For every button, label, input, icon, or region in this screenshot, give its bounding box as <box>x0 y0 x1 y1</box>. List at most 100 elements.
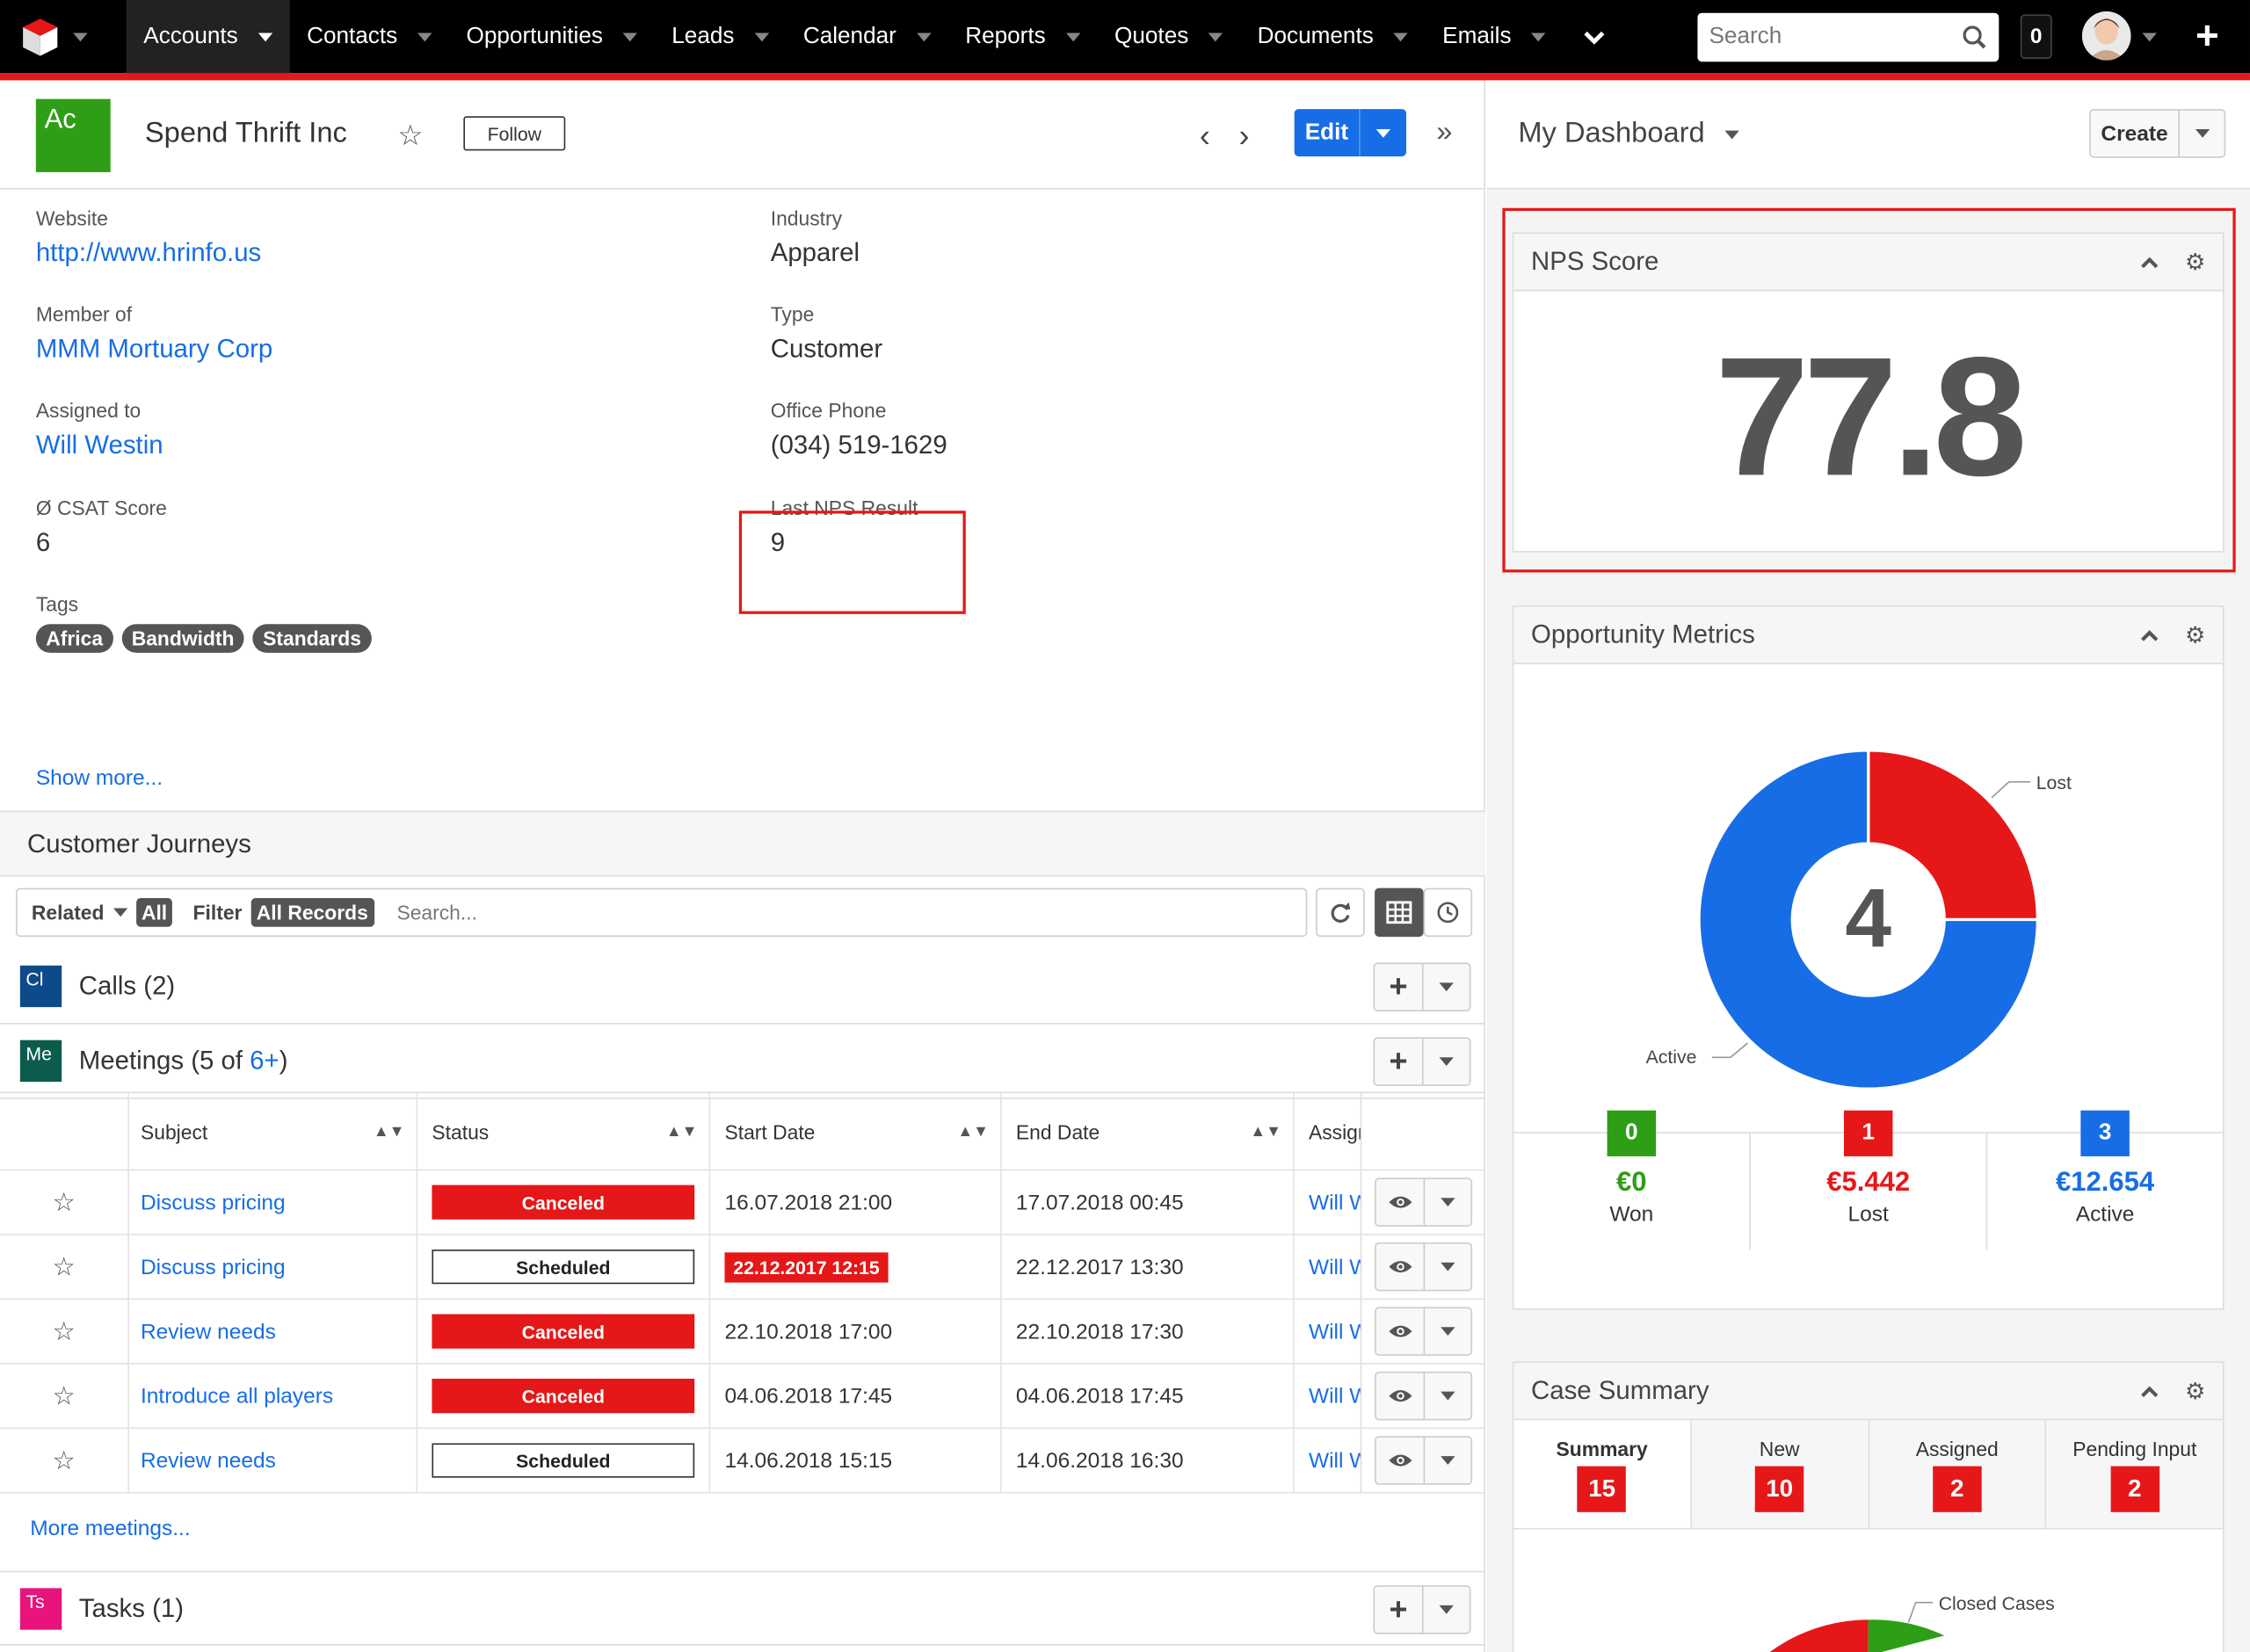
meeting-subject-link[interactable]: Review needs <box>129 1429 418 1492</box>
assigned-link[interactable]: Will Westin <box>36 431 163 460</box>
column-header-status[interactable]: Status ▲▼ <box>417 1093 711 1170</box>
table-row[interactable]: ☆ Discuss pricing Canceled 16.07.2018 21:00… <box>0 1170 1485 1235</box>
calls-title[interactable]: Calls (2) <box>79 971 175 1001</box>
nav-quotes-caret-icon[interactable] <box>1208 32 1223 41</box>
csat-value[interactable]: 6 <box>36 528 167 558</box>
office-phone-value[interactable]: (034) 519-1629 <box>771 431 947 460</box>
global-search-input[interactable]: Search <box>1697 12 2000 62</box>
next-record-icon[interactable]: › <box>1239 118 1250 155</box>
nav-calendar[interactable]: Calendar <box>786 0 947 73</box>
preview-eye-icon[interactable] <box>1376 1179 1426 1226</box>
tasks-subpanel[interactable]: Ts Tasks (1) + <box>0 1570 1485 1646</box>
edit-button-label[interactable]: Edit <box>1295 109 1361 156</box>
member-of-link[interactable]: MMM Mortuary Corp <box>36 334 272 364</box>
nav-leads-caret-icon[interactable] <box>754 32 769 41</box>
tag-pill[interactable]: Standards <box>252 624 372 653</box>
row-dropdown[interactable] <box>1425 1308 1470 1354</box>
meeting-assigned-link[interactable]: Will Westin <box>1295 1364 1362 1428</box>
tab-summary[interactable]: Summary 15 <box>1513 1420 1692 1528</box>
table-row[interactable]: ☆ Introduce all players Canceled 04.06.2018… <box>0 1364 1485 1430</box>
subpanel-search-input[interactable]: Search... <box>396 901 476 924</box>
nav-accounts[interactable]: Accounts <box>126 0 290 74</box>
column-header-start-date[interactable]: Start Date ▲▼ <box>710 1093 1002 1170</box>
dashboard-caret-icon[interactable] <box>1724 129 1739 139</box>
list-view-button[interactable] <box>1375 888 1424 938</box>
tab-pending-input[interactable]: Pending Input 2 <box>2046 1420 2223 1528</box>
refresh-button[interactable] <box>1316 888 1365 938</box>
column-header-subject[interactable]: Subject ▲▼ <box>129 1093 418 1170</box>
tag-pill[interactable]: Africa <box>35 624 113 653</box>
toggle-sidebar-icon[interactable]: » <box>1436 116 1452 149</box>
add-task-plus-icon[interactable]: + <box>1375 1586 1424 1633</box>
row-star-icon[interactable]: ☆ <box>0 1235 129 1299</box>
metric-lost[interactable]: 1 €5.442 Lost <box>1751 1110 1988 1250</box>
edit-dropdown[interactable] <box>1361 128 1406 137</box>
tasks-title[interactable]: Tasks (1) <box>79 1593 184 1623</box>
notifications-button[interactable]: 0 <box>2020 14 2052 59</box>
meeting-subject-link[interactable]: Discuss pricing <box>129 1235 418 1299</box>
filter-bar[interactable]: Related All Filter All Records Search... <box>15 888 1308 938</box>
related-all-pill[interactable]: All <box>135 898 173 927</box>
row-star-icon[interactable]: ☆ <box>0 1170 129 1235</box>
meetings-count-link[interactable]: 6+ <box>250 1046 279 1075</box>
nav-opportunities-caret-icon[interactable] <box>622 32 638 41</box>
tasks-dropdown[interactable] <box>1424 1587 1470 1633</box>
metric-won[interactable]: 0 €0 Won <box>1513 1110 1751 1250</box>
nav-leads[interactable]: Leads <box>655 0 787 73</box>
filter-label[interactable]: Filter <box>193 901 243 924</box>
chevron-up-icon[interactable] <box>2139 1384 2159 1398</box>
quick-create-plus-icon[interactable]: + <box>2196 15 2219 55</box>
follow-button[interactable]: Follow <box>463 116 566 151</box>
row-star-icon[interactable]: ☆ <box>0 1300 129 1364</box>
nav-reports[interactable]: Reports <box>948 0 1098 73</box>
meeting-subject-link[interactable]: Discuss pricing <box>129 1170 418 1235</box>
more-meetings-link[interactable]: More meetings... <box>30 1517 190 1541</box>
case-slice-closed[interactable] <box>1868 1619 1945 1652</box>
favorite-star-icon[interactable]: ☆ <box>397 118 423 154</box>
dashboard-selector[interactable]: My Dashboard <box>1518 118 1739 151</box>
gear-icon[interactable]: ⚙ <box>2185 620 2205 649</box>
meeting-subject-link[interactable]: Review needs <box>129 1300 418 1364</box>
chevron-up-icon[interactable] <box>2139 627 2159 641</box>
preview-eye-icon[interactable] <box>1376 1437 1426 1484</box>
nav-emails-caret-icon[interactable] <box>1531 32 1546 41</box>
nav-contacts[interactable]: Contacts <box>289 0 448 73</box>
create-label[interactable]: Create <box>2091 110 2180 156</box>
nav-documents-caret-icon[interactable] <box>1393 32 1408 41</box>
sort-icon[interactable]: ▲▼ <box>1250 1123 1281 1141</box>
nav-calendar-caret-icon[interactable] <box>916 32 932 41</box>
edit-button[interactable]: Edit <box>1294 109 1406 156</box>
case-slice-open[interactable] <box>1765 1619 1869 1652</box>
nav-emails[interactable]: Emails <box>1426 0 1564 73</box>
create-dashlet-button[interactable]: Create <box>2089 109 2226 158</box>
website-link[interactable]: http://www.hrinfo.us <box>36 238 261 268</box>
add-meeting-plus-icon[interactable]: + <box>1375 1039 1424 1085</box>
show-more-link[interactable]: Show more... <box>36 766 163 791</box>
meetings-dropdown[interactable] <box>1424 1039 1470 1084</box>
meeting-subject-link[interactable]: Introduce all players <box>129 1364 418 1428</box>
create-dropdown[interactable] <box>2180 111 2225 156</box>
sort-icon[interactable]: ▲▼ <box>957 1123 989 1141</box>
nav-opportunities[interactable]: Opportunities <box>449 0 655 73</box>
nav-contacts-caret-icon[interactable] <box>417 32 432 41</box>
row-star-icon[interactable]: ☆ <box>0 1429 129 1492</box>
tab-assigned[interactable]: Assigned 2 <box>1869 1420 2047 1528</box>
type-value[interactable]: Customer <box>771 334 882 364</box>
nav-more-button[interactable] <box>1563 0 1626 73</box>
preview-eye-icon[interactable] <box>1376 1243 1426 1290</box>
column-header-end-date[interactable]: End Date ▲▼ <box>1002 1093 1295 1170</box>
related-caret-icon[interactable] <box>112 908 127 917</box>
nav-reports-caret-icon[interactable] <box>1065 32 1080 41</box>
meetings-subpanel[interactable]: Me Meetings (5 of 6+) + <box>0 1025 1485 1099</box>
meeting-assigned-link[interactable]: Will Westin <box>1295 1300 1362 1364</box>
metric-active[interactable]: 3 €12.654 Active <box>1987 1110 2223 1250</box>
app-logo[interactable] <box>18 0 92 73</box>
nav-accounts-caret-icon[interactable] <box>258 32 272 41</box>
sort-icon[interactable]: ▲▼ <box>666 1123 698 1141</box>
preview-eye-icon[interactable] <box>1376 1308 1426 1355</box>
industry-value[interactable]: Apparel <box>771 238 860 268</box>
sort-icon[interactable]: ▲▼ <box>374 1123 405 1141</box>
meeting-assigned-link[interactable]: Will Westin <box>1295 1235 1362 1299</box>
row-dropdown[interactable] <box>1425 1179 1470 1225</box>
column-header-assigned[interactable]: Assigned <box>1295 1093 1362 1170</box>
